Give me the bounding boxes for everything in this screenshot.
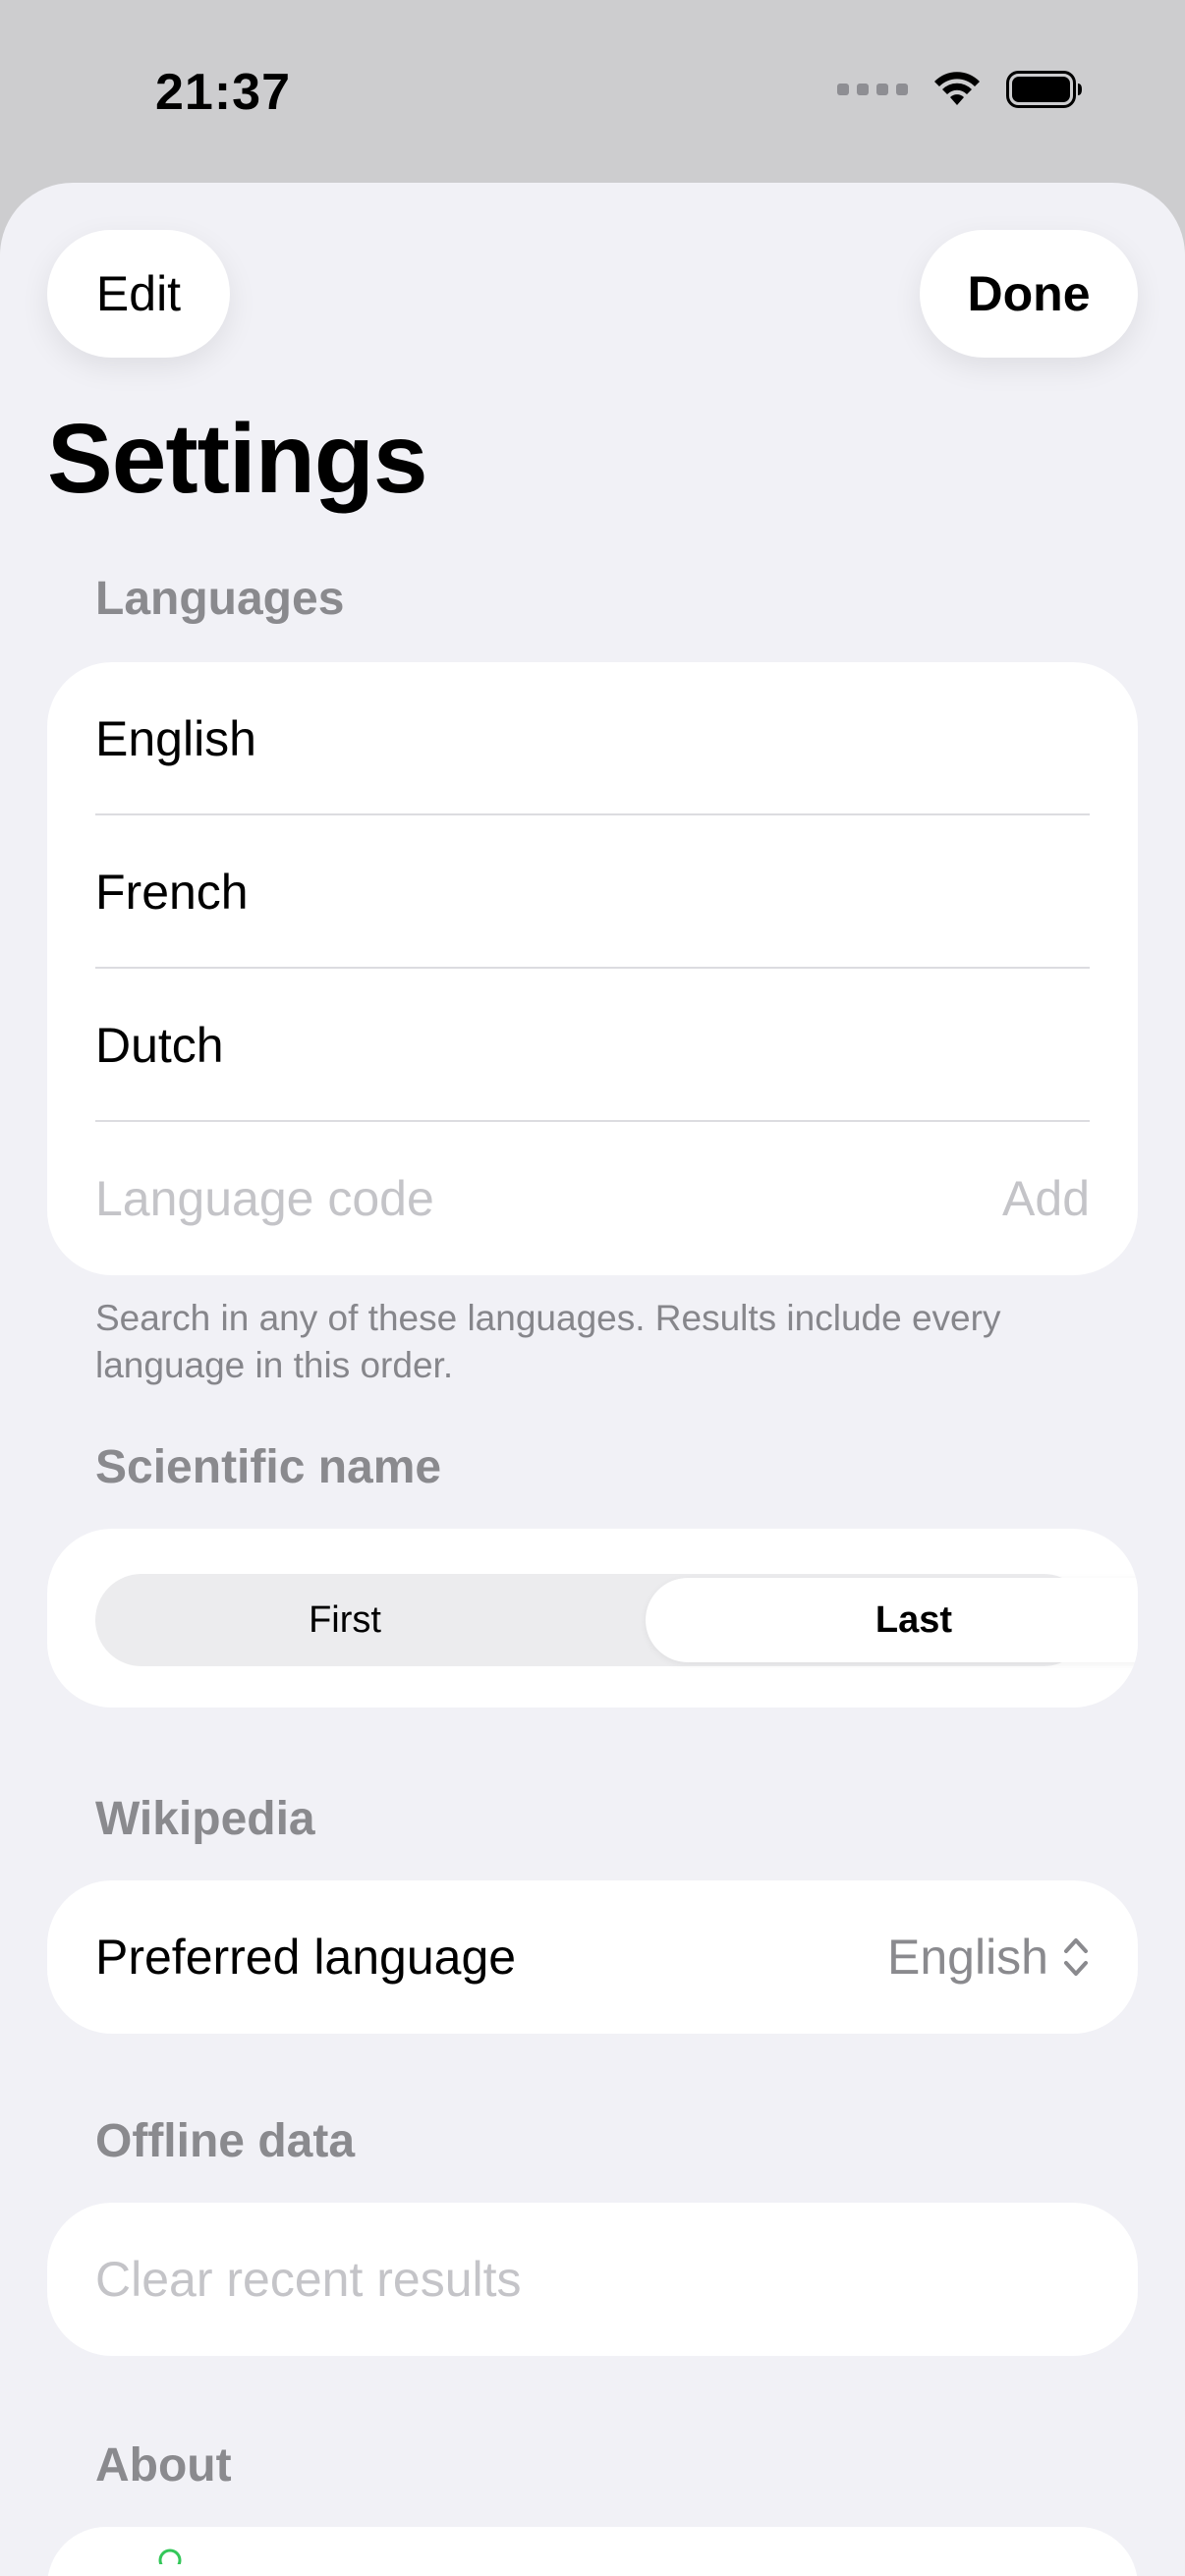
status-bar: 21:37 bbox=[0, 0, 1185, 183]
segment-last[interactable]: Last bbox=[646, 1578, 1138, 1662]
page-title: Settings bbox=[47, 404, 427, 514]
app-icon bbox=[158, 2548, 182, 2564]
preferred-language-row[interactable]: Preferred language English bbox=[47, 1880, 1138, 2034]
preferred-language-picker[interactable]: English bbox=[887, 1929, 1090, 1986]
language-code-input[interactable]: Language code bbox=[95, 1170, 434, 1227]
status-time: 21:37 bbox=[155, 64, 291, 121]
edit-button[interactable]: Edit bbox=[47, 230, 230, 358]
battery-icon bbox=[1006, 71, 1082, 108]
language-label: English bbox=[95, 711, 256, 766]
languages-section-header: Languages bbox=[95, 573, 345, 625]
scientific-name-segmented-control: First Last bbox=[95, 1574, 1138, 1666]
chevron-up-down-icon bbox=[1064, 1938, 1088, 1976]
scientific-name-card: First Last bbox=[47, 1529, 1138, 1708]
clear-recent-results-row[interactable]: Clear recent results bbox=[47, 2203, 1138, 2356]
offline-data-card: Clear recent results bbox=[47, 2203, 1138, 2356]
status-icons bbox=[837, 71, 1083, 108]
add-language-button[interactable]: Add bbox=[1002, 1170, 1090, 1227]
languages-card: English French Dutch Language code Add bbox=[47, 662, 1138, 1275]
scientific-name-section-header: Scientific name bbox=[95, 1441, 442, 1493]
language-label: Dutch bbox=[95, 1018, 224, 1073]
language-row-french[interactable]: French bbox=[47, 815, 1138, 969]
wikipedia-section-header: Wikipedia bbox=[95, 1793, 315, 1845]
cellular-signal-icon bbox=[837, 84, 908, 95]
about-card bbox=[47, 2527, 1138, 2576]
language-row-english[interactable]: English bbox=[47, 662, 1138, 815]
wifi-icon bbox=[934, 72, 980, 105]
clear-recent-results-button[interactable]: Clear recent results bbox=[95, 2251, 522, 2308]
done-button[interactable]: Done bbox=[920, 230, 1138, 358]
offline-data-section-header: Offline data bbox=[95, 2115, 356, 2167]
segment-first[interactable]: First bbox=[99, 1578, 591, 1662]
language-row-dutch[interactable]: Dutch bbox=[47, 969, 1138, 1122]
preferred-language-value: English bbox=[887, 1930, 1048, 1985]
languages-footer-note: Search in any of these languages. Result… bbox=[95, 1298, 1001, 1385]
language-label: French bbox=[95, 865, 249, 920]
wikipedia-card: Preferred language English bbox=[47, 1880, 1138, 2034]
about-section-header: About bbox=[95, 2439, 232, 2492]
preferred-language-label: Preferred language bbox=[95, 1930, 517, 1985]
language-code-row: Language code Add bbox=[47, 1122, 1138, 1275]
